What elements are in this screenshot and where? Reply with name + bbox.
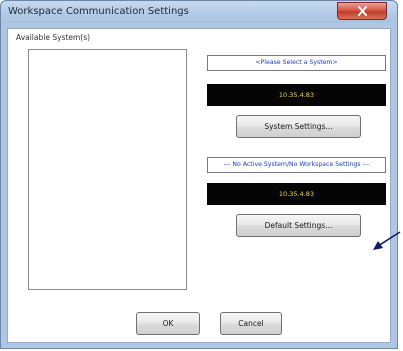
- arrow-icon: [373, 231, 401, 250]
- workspace-status-text: --- No Active System/No Workspace Settin…: [207, 157, 386, 173]
- default-settings-button[interactable]: Default Settings...: [236, 214, 361, 237]
- available-systems-label: Available System(s): [16, 33, 91, 42]
- title-bar[interactable]: Workspace Communication Settings: [1, 1, 397, 23]
- system-settings-button[interactable]: System Settings...: [236, 115, 361, 138]
- window-title: Workspace Communication Settings: [8, 6, 189, 17]
- close-button[interactable]: [337, 2, 387, 20]
- system-status-text: <Please Select a System>: [207, 55, 386, 71]
- close-icon: [358, 6, 367, 16]
- cancel-button[interactable]: Cancel: [220, 312, 282, 335]
- ok-button[interactable]: OK: [136, 312, 200, 335]
- system-ip-display: 10.35.4.83: [207, 84, 386, 106]
- workspace-ip-display: 10.35.4.83: [207, 183, 386, 205]
- available-systems-list[interactable]: [28, 49, 187, 290]
